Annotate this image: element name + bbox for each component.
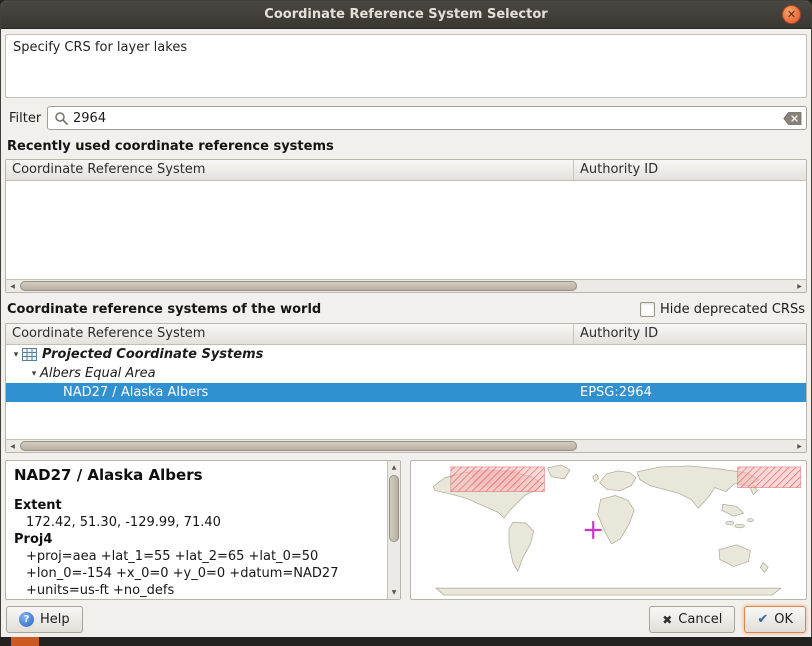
crs-message-box: Specify CRS for layer lakes (5, 34, 807, 98)
cancel-button[interactable]: ✖ Cancel (649, 606, 735, 633)
button-row: ? Help ✖ Cancel ✔ OK (5, 606, 807, 633)
tree-row-nad27-alaska-albers[interactable]: NAD27 / Alaska Albers EPSG:2964 (6, 383, 806, 402)
filter-row: Filter (5, 106, 807, 130)
details-vscrollbar[interactable]: ▲ ▼ (387, 461, 400, 599)
crs-name: NAD27 / Alaska Albers (14, 466, 380, 484)
extent-label: Extent (14, 497, 380, 514)
checkbox-box-icon[interactable] (640, 302, 655, 317)
authority-cell: EPSG:2964 (574, 383, 806, 402)
bottom-panels: NAD27 / Alaska Albers Extent 172.42, 51.… (5, 460, 807, 600)
world-crs-table: Coordinate Reference System Authority ID… (5, 323, 807, 453)
crs-details-content: NAD27 / Alaska Albers Extent 172.42, 51.… (6, 461, 400, 599)
proj4-line: +units=us-ft +no_defs (14, 582, 380, 599)
cancel-icon: ✖ (662, 613, 672, 627)
filter-input[interactable] (73, 108, 779, 128)
world-table-body: ▾ Projected Coordinate Systems (6, 345, 806, 439)
scroll-track[interactable] (389, 474, 399, 586)
recent-col-crs[interactable]: Coordinate Reference System (6, 160, 574, 180)
tree-cell: NAD27 / Alaska Albers (6, 383, 574, 402)
proj4-line: +lon_0=-154 +x_0=0 +y_0=0 +datum=NAD27 (14, 565, 380, 582)
scroll-track[interactable] (19, 441, 793, 451)
world-hscrollbar[interactable]: ◀ ▶ (6, 439, 806, 452)
tree-label: Albers Equal Area (40, 366, 156, 381)
message-text: Specify CRS for layer lakes (13, 40, 187, 55)
help-glyph: ? (24, 614, 30, 625)
authority-cell (574, 345, 806, 364)
hide-deprecated-checkbox[interactable]: Hide deprecated CRSs (640, 302, 805, 317)
projected-systems-grid-icon (22, 348, 37, 361)
recent-section-heading: Recently used coordinate reference syste… (7, 139, 807, 154)
world-table-header: Coordinate Reference System Authority ID (6, 324, 806, 345)
help-icon: ? (19, 612, 34, 627)
ok-icon: ✔ (757, 612, 768, 627)
tree-row-projected-coordinate-systems[interactable]: ▾ Projected Coordinate Systems (6, 345, 806, 364)
scroll-thumb[interactable] (389, 475, 399, 542)
world-section-heading: Coordinate reference systems of the worl… (7, 302, 321, 317)
filter-label: Filter (5, 111, 47, 126)
scroll-thumb[interactable] (20, 441, 577, 451)
close-button[interactable]: ✕ (782, 5, 801, 24)
crs-details-panel: NAD27 / Alaska Albers Extent 172.42, 51.… (5, 460, 401, 600)
filter-field (47, 106, 807, 130)
screen: Coordinate Reference System Selector ✕ S… (0, 0, 812, 646)
recent-crs-table: Coordinate Reference System Authority ID… (5, 159, 807, 293)
dialog-body: Specify CRS for layer lakes Filter (1, 29, 811, 637)
extent-value: 172.42, 51.30, -129.99, 71.40 (14, 514, 380, 531)
world-col-crs[interactable]: Coordinate Reference System (6, 324, 574, 344)
desktop-accent (11, 637, 39, 646)
recent-hscrollbar[interactable]: ◀ ▶ (6, 279, 806, 292)
extent-preview-map (410, 460, 807, 600)
scroll-track[interactable] (19, 281, 793, 291)
scroll-up-icon[interactable]: ▲ (388, 461, 400, 474)
expander-icon[interactable]: ▾ (10, 350, 22, 360)
world-heading-row: Coordinate reference systems of the worl… (7, 302, 805, 317)
clear-filter-button[interactable] (783, 112, 802, 125)
world-col-authority[interactable]: Authority ID (574, 324, 806, 344)
scroll-left-icon[interactable]: ◀ (6, 280, 19, 292)
clear-icon (783, 112, 802, 125)
help-button[interactable]: ? Help (6, 606, 83, 633)
tree-label: Projected Coordinate Systems (42, 347, 263, 362)
close-icon: ✕ (787, 9, 796, 20)
authority-id: EPSG:2964 (580, 385, 652, 400)
tree-cell: ▾ Albers Equal Area (6, 364, 574, 383)
world-map-svg (411, 461, 806, 599)
cancel-label: Cancel (678, 612, 722, 627)
help-label: Help (40, 612, 70, 627)
scroll-left-icon[interactable]: ◀ (6, 440, 19, 452)
tree-row-albers-equal-area[interactable]: ▾ Albers Equal Area (6, 364, 806, 383)
scroll-down-icon[interactable]: ▼ (388, 586, 400, 599)
search-icon (54, 111, 68, 125)
authority-cell (574, 364, 806, 383)
tree-label: NAD27 / Alaska Albers (63, 385, 208, 400)
tree-cell: ▾ Projected Coordinate Systems (6, 345, 574, 364)
recent-table-body (6, 181, 806, 279)
desktop-strip (0, 637, 812, 646)
ok-button[interactable]: ✔ OK (744, 606, 806, 633)
expander-icon[interactable]: ▾ (28, 369, 40, 379)
titlebar: Coordinate Reference System Selector ✕ (1, 1, 811, 29)
scroll-thumb[interactable] (20, 281, 577, 291)
proj4-label: Proj4 (14, 531, 380, 548)
scroll-right-icon[interactable]: ▶ (793, 280, 806, 292)
recent-table-header: Coordinate Reference System Authority ID (6, 160, 806, 181)
window-title: Coordinate Reference System Selector (264, 7, 547, 22)
recent-col-authority[interactable]: Authority ID (574, 160, 806, 180)
scroll-right-icon[interactable]: ▶ (793, 440, 806, 452)
ok-label: OK (774, 612, 793, 627)
checkbox-label: Hide deprecated CRSs (660, 302, 805, 317)
proj4-line: +proj=aea +lat_1=55 +lat_2=65 +lat_0=50 (14, 548, 380, 565)
crs-selector-dialog: Coordinate Reference System Selector ✕ S… (0, 0, 812, 637)
